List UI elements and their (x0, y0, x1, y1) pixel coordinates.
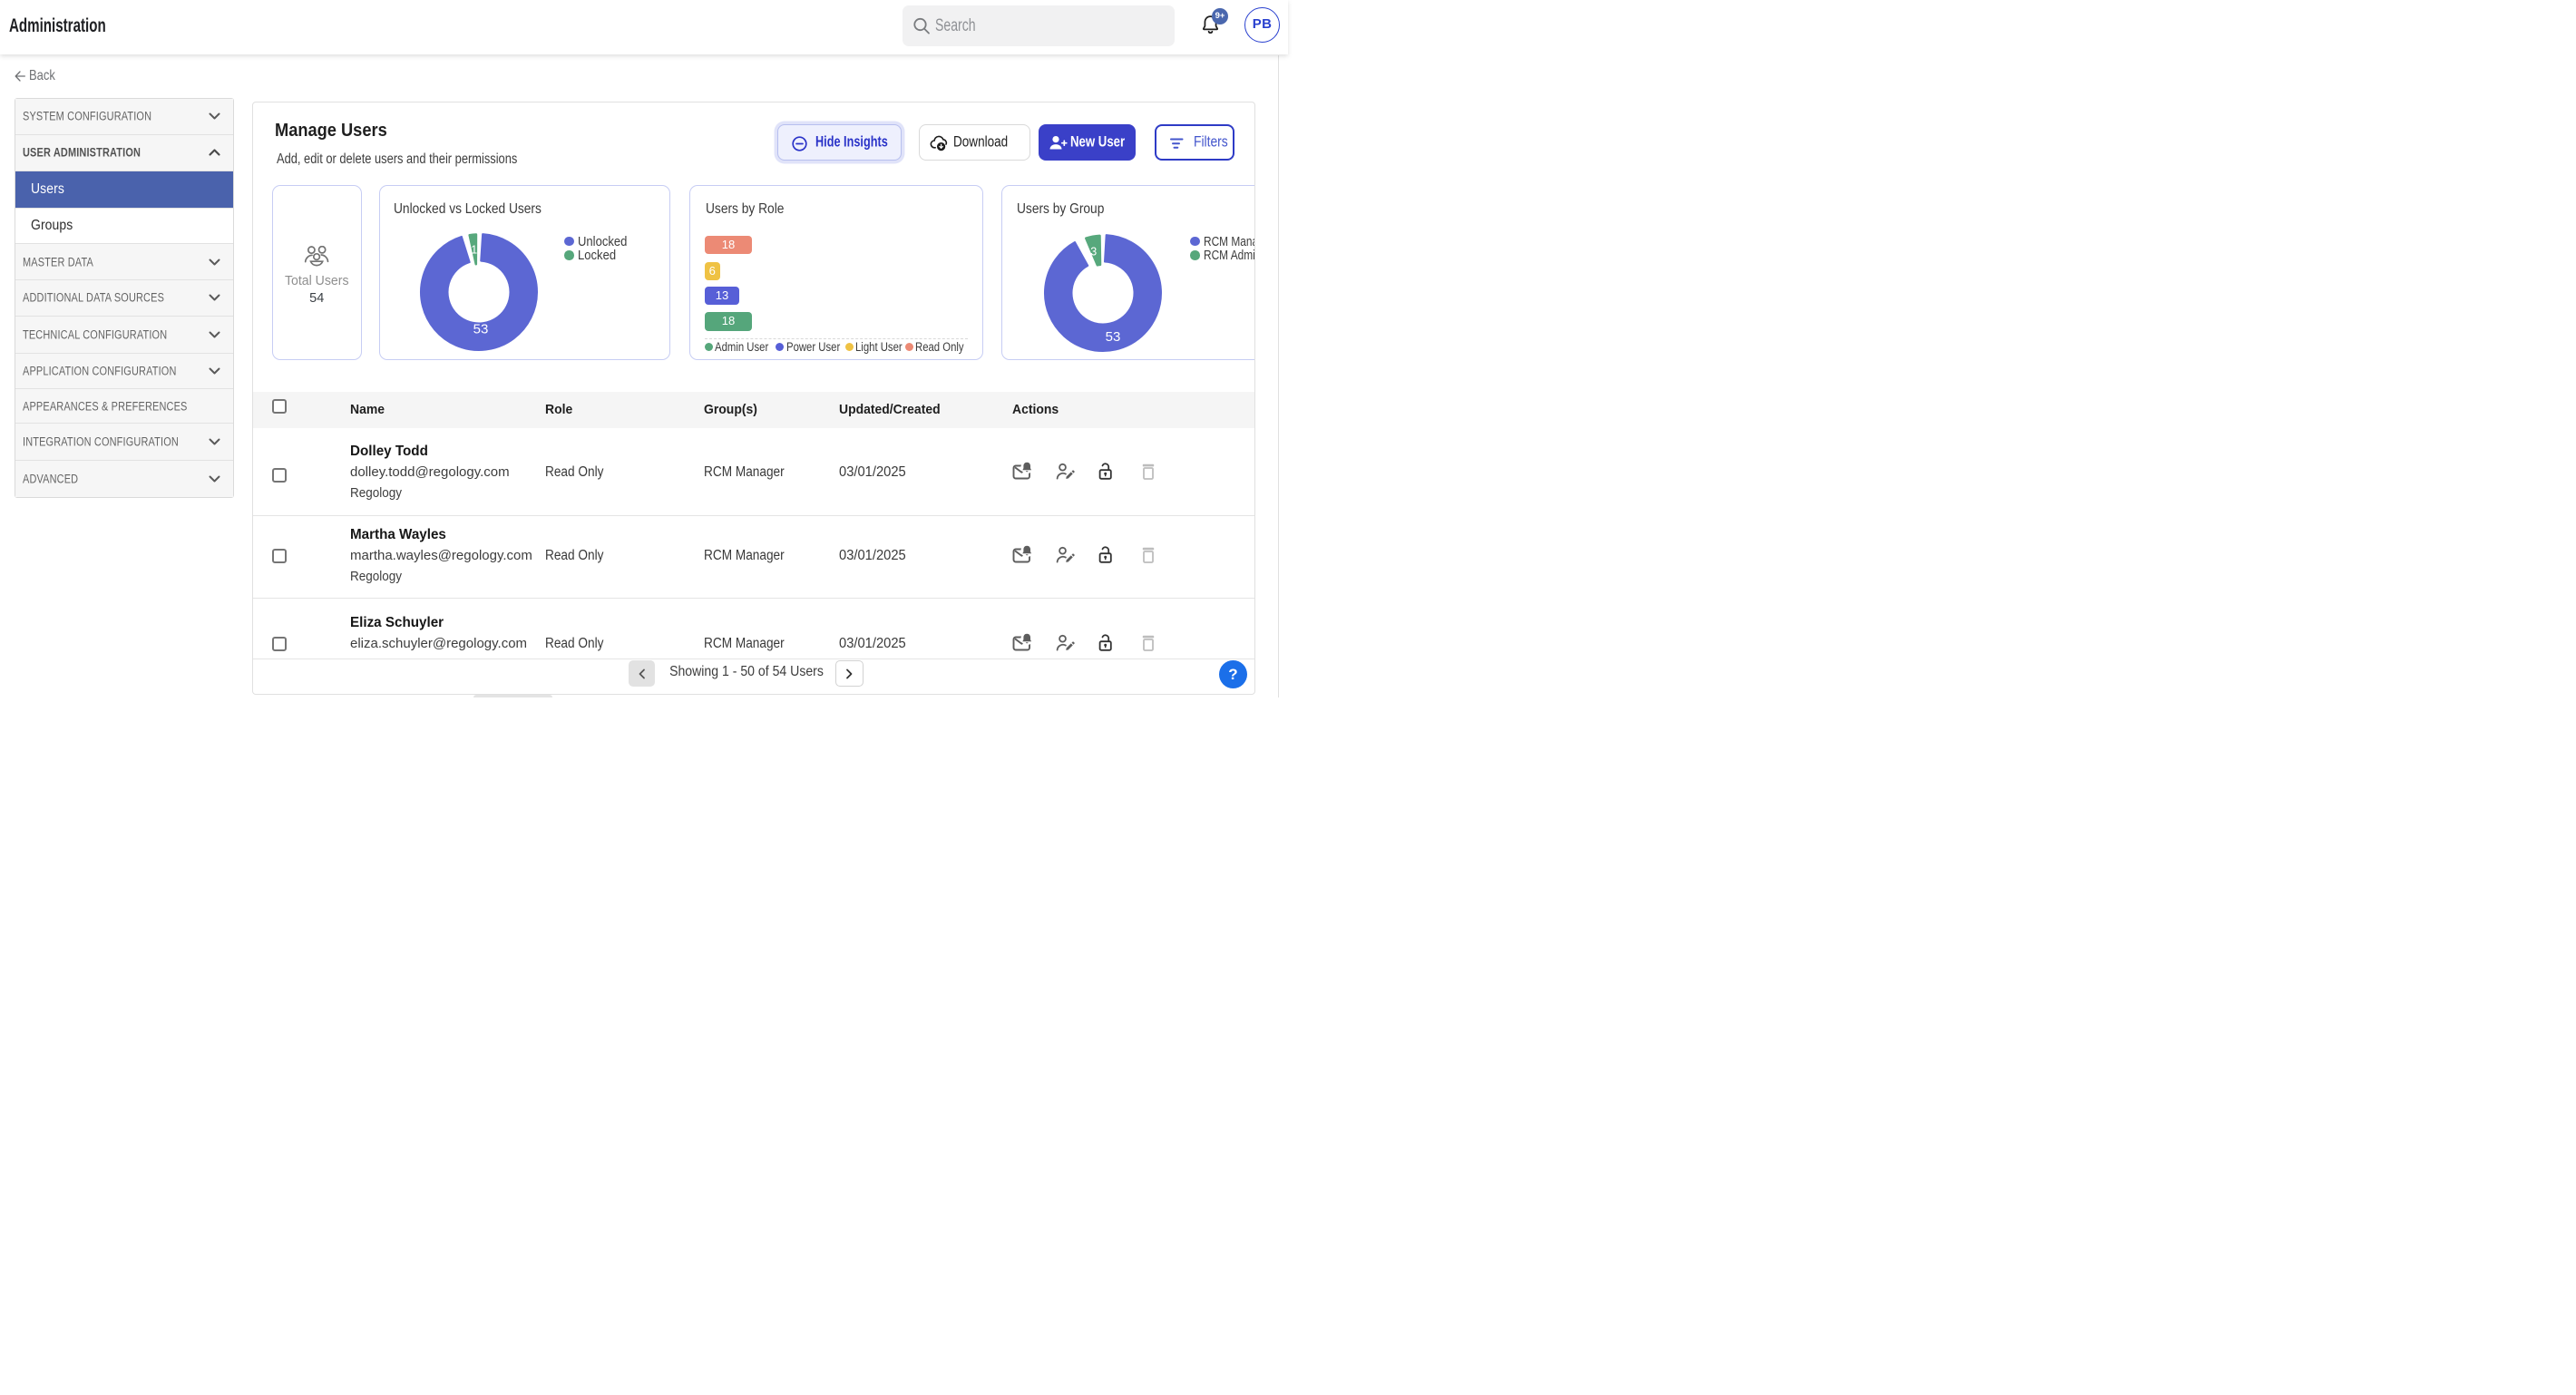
svg-text:53: 53 (1106, 329, 1121, 345)
svg-text:3: 3 (1090, 245, 1097, 258)
svg-text:1: 1 (471, 243, 477, 256)
svg-text:53: 53 (473, 321, 489, 337)
